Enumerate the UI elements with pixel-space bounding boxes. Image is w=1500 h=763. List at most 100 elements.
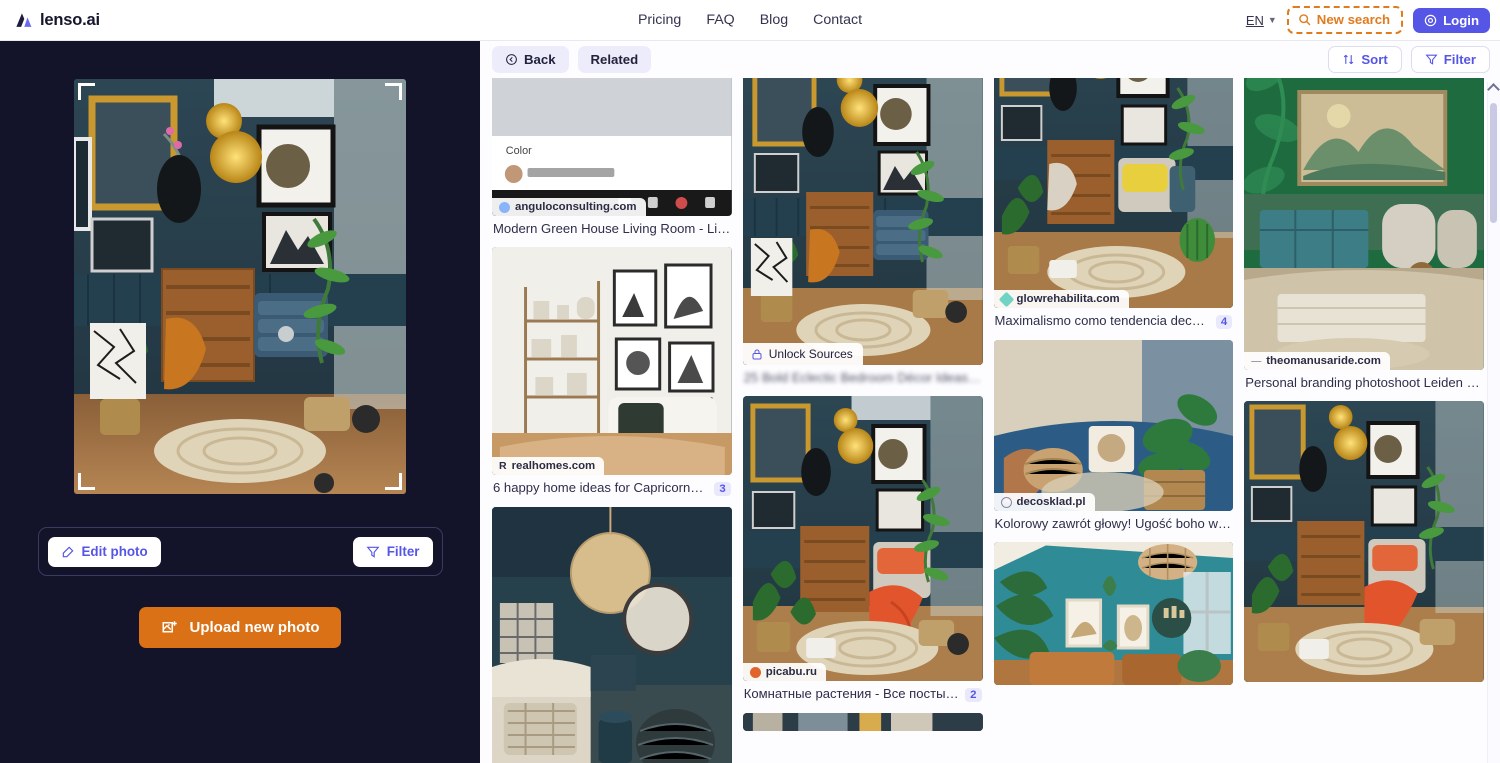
globe-icon	[499, 201, 510, 213]
crop-handle-top-left[interactable]	[78, 83, 95, 100]
result-thumbnail[interactable]: ➤ luminesy.co.uk	[492, 507, 732, 763]
chevron-down-icon: ▼	[1267, 15, 1277, 25]
user-circle-icon	[1424, 14, 1437, 26]
funnel-icon	[1425, 54, 1438, 65]
result-thumbnail[interactable]: decosklad.pl	[993, 340, 1234, 511]
results-panel: Back Related Sort Filter Color angulocon…	[480, 41, 1500, 763]
result-image-art	[742, 713, 983, 731]
image-actions-bar: Edit photo Filter	[37, 527, 443, 576]
left-filter-button[interactable]: Filter	[352, 536, 433, 567]
query-image[interactable]	[74, 79, 406, 494]
svg-text:Color: Color	[506, 145, 532, 157]
back-button[interactable]: Back	[492, 46, 569, 73]
query-image-art	[74, 79, 406, 494]
result-title-row: Комнатные растения - Все посты. Соо... 2	[743, 681, 983, 702]
source-badge[interactable]: R realhomes.com	[492, 457, 605, 475]
language-selector[interactable]: EN ▼	[1246, 13, 1277, 28]
lock-icon	[752, 349, 762, 359]
result-thumbnail[interactable]: picabu.ru	[742, 396, 983, 681]
source-badge[interactable]: decosklad.pl	[993, 493, 1095, 511]
result-thumbnail[interactable]	[742, 713, 983, 731]
nav-item-faq[interactable]: FAQ	[706, 12, 734, 28]
result-image-art	[742, 396, 983, 681]
login-label: Login	[1443, 12, 1479, 28]
dash-icon: —	[1251, 355, 1262, 367]
upload-new-photo-button[interactable]: Upload new photo	[138, 607, 342, 648]
sort-button[interactable]: Sort	[1328, 46, 1402, 73]
result-count-badge[interactable]: 3	[714, 482, 731, 496]
source-badge[interactable]: — theomanusaride.com	[1244, 352, 1390, 370]
edit-photo-button[interactable]: Edit photo	[47, 536, 161, 567]
filter-label: Filter	[1443, 52, 1476, 67]
result-count-badge[interactable]: 4	[1215, 315, 1233, 329]
result-count-badge[interactable]: 2	[965, 688, 982, 702]
source-label: realhomes.com	[511, 460, 596, 472]
unlock-sources-label: Unlock Sources	[768, 347, 853, 361]
result-thumbnail[interactable]: Color anguloconsulting.com	[492, 78, 732, 216]
source-label: glowrehabilita.com	[1016, 293, 1120, 305]
query-image-panel: Edit photo Filter Upload new photo	[0, 41, 480, 763]
result-card[interactable]: ➤ luminesy.co.uk Ay Illuminate Plum 80 P…	[492, 507, 732, 763]
sort-arrows-icon	[1344, 54, 1354, 65]
source-label: theomanusaride.com	[1266, 355, 1381, 367]
result-card[interactable]: glowrehabilita.com Maximalismo como tend…	[993, 78, 1234, 329]
crop-handle-bottom-right[interactable]	[385, 473, 402, 490]
result-card[interactable]	[742, 713, 983, 731]
result-image-art	[993, 78, 1234, 308]
header-actions: EN ▼ New search Login	[1246, 6, 1500, 34]
result-image-art	[1244, 401, 1484, 682]
result-title-row: Maximalismo como tendencia decorativ... …	[994, 308, 1234, 329]
edit-photo-label: Edit photo	[81, 544, 148, 559]
result-image-art	[492, 247, 732, 475]
results-toolbar: Back Related Sort Filter	[480, 41, 1500, 78]
result-title-row: Kolorowy zawrót głowy! Ugość boho w swo.…	[994, 511, 1234, 531]
source-badge[interactable]: glowrehabilita.com	[993, 290, 1129, 308]
result-image-art	[492, 507, 732, 763]
result-title: Комнатные растения - Все посты. Соо...	[743, 686, 959, 701]
result-card[interactable]: picabu.ru Комнатные растения - Все посты…	[742, 396, 983, 702]
result-title: Maximalismo como tendencia decorativ...	[994, 313, 1210, 328]
source-badge[interactable]: picabu.ru	[742, 663, 827, 681]
result-thumbnail[interactable]: Unlock Sources	[742, 78, 983, 365]
result-card[interactable]: Color anguloconsulting.com Modern Green …	[492, 78, 732, 236]
result-thumbnail[interactable]: R realhomes.com	[492, 247, 732, 475]
related-button[interactable]: Related	[577, 46, 652, 73]
result-image-art	[993, 542, 1234, 685]
result-card[interactable]: Unlock Sources 25 Bold Eclectic Bedroom …	[742, 78, 983, 385]
result-card[interactable]: R realhomes.com 6 happy home ideas for C…	[492, 247, 732, 496]
new-search-label: New search	[1316, 12, 1391, 27]
result-thumbnail[interactable]: — theomanusaride.com	[1244, 78, 1484, 370]
lenso-logo-icon	[16, 12, 32, 27]
result-card[interactable]	[993, 542, 1234, 685]
nav-item-blog[interactable]: Blog	[760, 12, 788, 28]
brand[interactable]: lenso.ai	[0, 11, 100, 30]
filter-button[interactable]: Filter	[1410, 46, 1490, 73]
crop-handle-bottom-left[interactable]	[78, 473, 95, 490]
result-card[interactable]	[1244, 401, 1484, 682]
back-label: Back	[524, 52, 556, 67]
result-title: Modern Green House Living Room - Living …	[493, 221, 731, 236]
site-header: lenso.ai Pricing FAQ Blog Contact EN ▼ N…	[0, 0, 1500, 41]
result-title: 25 Bold Eclectic Bedroom Décor Ideas Dig…	[743, 370, 982, 385]
language-label: EN	[1245, 12, 1264, 28]
result-thumbnail[interactable]: glowrehabilita.com	[993, 78, 1234, 308]
nav-item-contact[interactable]: Contact	[813, 12, 862, 28]
diamond-icon	[998, 291, 1014, 307]
image-plus-icon	[162, 620, 177, 632]
nav-item-pricing[interactable]: Pricing	[638, 12, 681, 28]
result-card[interactable]: decosklad.pl Kolorowy zawrót głowy! Ugoś…	[993, 340, 1234, 531]
new-search-button[interactable]: New search	[1286, 6, 1404, 34]
results-grid-scroll[interactable]: Color anguloconsulting.com Modern Green …	[480, 78, 1500, 763]
source-badge[interactable]: anguloconsulting.com	[492, 198, 646, 216]
login-button[interactable]: Login	[1413, 7, 1490, 33]
arrow-left-circle-icon	[506, 54, 517, 65]
unlock-sources-badge[interactable]: Unlock Sources	[742, 343, 863, 365]
result-card[interactable]: — theomanusaride.com Personal branding p…	[1244, 78, 1484, 390]
results-grid: Color anguloconsulting.com Modern Green …	[492, 78, 1484, 763]
result-thumbnail[interactable]	[993, 542, 1234, 685]
result-image-art: Color	[492, 78, 732, 216]
scrollbar-thumb[interactable]	[1490, 103, 1497, 223]
result-thumbnail[interactable]	[1244, 401, 1484, 682]
result-image-art	[742, 78, 983, 365]
crop-handle-top-right[interactable]	[385, 83, 402, 100]
